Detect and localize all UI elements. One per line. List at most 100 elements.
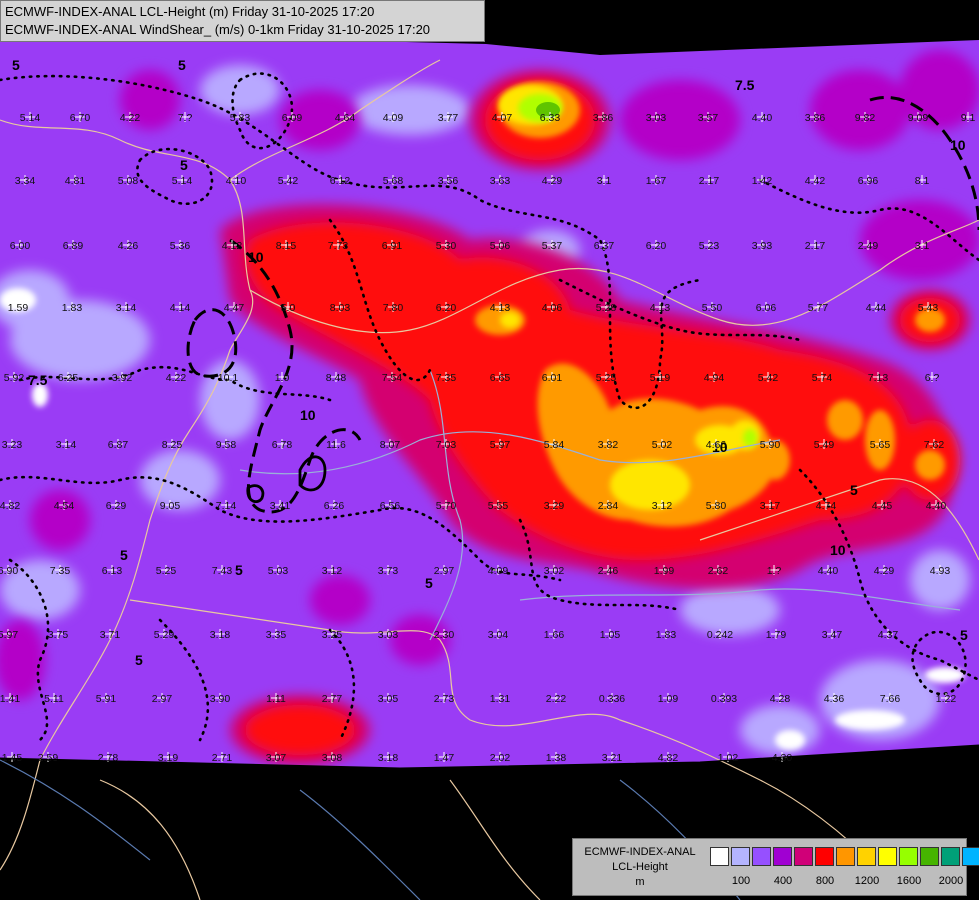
station-marker: 1.11 <box>266 693 286 705</box>
station-value: 3.02 <box>544 565 565 577</box>
station-marker: 1.22 <box>936 693 956 705</box>
station-value: 4.26 <box>118 240 139 252</box>
station-value: 4.22 <box>120 112 141 124</box>
station-marker: 5.25 <box>596 372 616 384</box>
station-marker: 3.1 <box>597 175 611 187</box>
station-value: 4.45 <box>872 500 893 512</box>
station-marker: 5.02 <box>652 439 672 451</box>
station-marker: 3.18 <box>378 752 398 764</box>
station-value: 5.19 <box>650 372 671 384</box>
legend-title-line-2: LCL-Height <box>612 861 668 873</box>
station-marker: 11.6 <box>326 439 346 451</box>
station-marker: 6.96 <box>858 175 878 187</box>
station-value: 1.47 <box>434 752 455 764</box>
station-marker: 1.42 <box>752 175 772 187</box>
station-marker: 1.31 <box>490 693 511 705</box>
station-value: 6.91 <box>382 240 403 252</box>
station-value: 2.46 <box>598 565 619 577</box>
station-value: 4.93 <box>930 565 951 577</box>
station-marker: 4.47 <box>224 302 244 314</box>
station-marker: 5.65 <box>870 439 890 451</box>
station-marker: 1.0 <box>275 372 290 384</box>
map-canvas: 557.57.510101010555555510 5.14 6.70 4.22 7.… <box>0 0 979 900</box>
station-value: 7.35 <box>436 372 457 384</box>
station-value: 9.58 <box>216 439 237 451</box>
station-value: 10.1 <box>218 372 239 384</box>
station-value: 3.86 <box>593 112 614 124</box>
station-marker: 6.09 <box>282 112 302 124</box>
station-value: 3.92 <box>112 372 133 384</box>
map-title-box: ECMWF-INDEX-ANAL LCL-Height (m) Friday 3… <box>0 0 485 42</box>
station-marker: 4.09 <box>383 112 403 124</box>
contour-label: 5 <box>12 57 20 73</box>
station-marker: 6.70 <box>70 112 90 124</box>
station-value: 4.13 <box>490 302 511 314</box>
contour-label: 5 <box>425 575 433 591</box>
station-value: 3.93 <box>752 240 773 252</box>
station-marker: 7.43 <box>212 565 232 577</box>
station-value: 2.17 <box>699 175 720 187</box>
station-value: 5.92 <box>4 372 25 384</box>
station-value: 2.49 <box>858 240 879 252</box>
station-value: 6.26 <box>324 500 345 512</box>
station-marker: 5.74 <box>812 372 832 384</box>
station-value: 1.0 <box>275 372 290 384</box>
station-value: 1.83 <box>656 629 677 641</box>
station-marker: 4.40 <box>926 500 946 512</box>
station-value: 2.59 <box>38 752 59 764</box>
station-marker: 8.48 <box>326 372 346 384</box>
station-value: 5.25 <box>156 565 177 577</box>
station-marker: 6.00 <box>10 240 30 252</box>
station-marker: 6.91 <box>382 240 403 252</box>
station-value: 5.90 <box>760 439 781 451</box>
legend-tick-label: 1200 <box>854 875 880 887</box>
station-marker: 3.92 <box>112 372 133 384</box>
station-value: 4.14 <box>170 302 191 314</box>
station-value: 5.97 <box>490 439 511 451</box>
station-value: 5.29 <box>154 629 175 641</box>
station-value: 7.35 <box>50 565 71 577</box>
station-marker: 7.62 <box>924 439 944 451</box>
station-marker: 1.47 <box>434 752 455 764</box>
station-value: 4.37 <box>878 629 899 641</box>
station-marker: 3.17 <box>760 500 780 512</box>
station-marker: 3.63 <box>490 175 510 187</box>
legend-tick-label: 800 <box>815 875 835 887</box>
station-marker: 8.03 <box>330 302 350 314</box>
station-marker: 9.05 <box>160 500 180 512</box>
station-marker: 2.62 <box>708 565 728 577</box>
station-value: 4.74 <box>816 500 837 512</box>
station-marker: 3.03 <box>378 629 398 641</box>
station-marker: 2.78 <box>98 752 118 764</box>
contour-label: 10 <box>950 137 966 153</box>
station-value: 9.1 <box>961 112 976 124</box>
station-marker: 5.23 <box>699 240 719 252</box>
station-marker: 5.42 <box>278 175 298 187</box>
station-value: 4.64 <box>335 112 356 124</box>
station-marker: 7.03 <box>436 439 456 451</box>
station-value: 2.71 <box>212 752 233 764</box>
station-value: 2.84 <box>598 500 619 512</box>
station-value: 7.73 <box>328 240 349 252</box>
station-marker: 4.22 <box>120 112 141 124</box>
station-value: 1.31 <box>490 693 511 705</box>
station-marker: 3.57 <box>698 112 718 124</box>
contour-label: 10 <box>830 542 846 558</box>
station-marker: 3.21 <box>602 752 622 764</box>
station-marker: 7.66 <box>880 693 900 705</box>
station-marker: 2.46 <box>598 565 619 577</box>
station-marker: 5.28 <box>596 302 616 314</box>
station-value: 5.30 <box>436 240 457 252</box>
station-marker: 1.? <box>767 565 781 577</box>
station-value: 4.22 <box>166 372 187 384</box>
station-marker: 5.03 <box>268 565 288 577</box>
station-marker: 2.77 <box>322 693 342 705</box>
station-value: 6.33 <box>540 112 561 124</box>
station-value: 5.80 <box>706 500 727 512</box>
legend-swatch <box>836 847 855 866</box>
legend-title: ECMWF-INDEX-ANAL LCL-Height m <box>575 845 705 890</box>
station-value: 5.0 <box>281 302 296 314</box>
station-marker: 6.? <box>925 372 939 384</box>
legend-title-line-3: m <box>635 876 645 888</box>
station-value: 3.03 <box>646 112 667 124</box>
